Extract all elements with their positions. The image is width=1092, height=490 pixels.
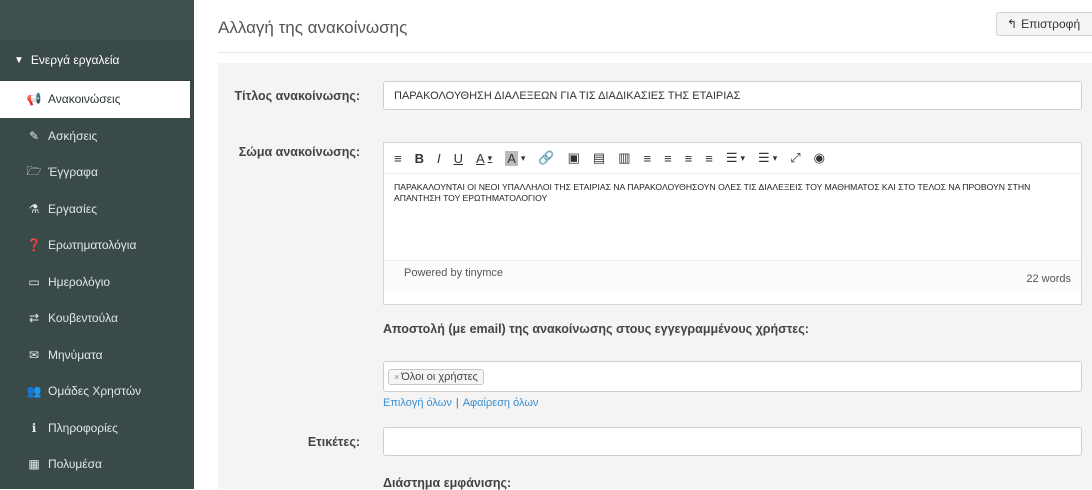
sidebar-item-user-groups[interactable]: 👥 Ομάδες Χρηστών — [0, 373, 194, 410]
tags-input[interactable] — [383, 427, 1082, 456]
exchange-icon: ⇄ — [28, 311, 40, 326]
body-label: Σώμα ανακοίνωσης: — [238, 145, 360, 159]
underline-icon[interactable]: U — [454, 151, 463, 166]
pencil-square-icon: ✎ — [28, 128, 40, 143]
back-button[interactable]: ↰ Επιστροφή — [996, 12, 1092, 36]
bullhorn-icon: 📢 — [26, 92, 42, 107]
sidebar: ▼ Ενεργά εργαλεία 📢 Ανακοινώσεις ✎ Ασκήσ… — [0, 0, 194, 489]
sidebar-top — [0, 0, 194, 40]
media-icon[interactable]: ▤ — [593, 150, 605, 166]
sidebar-item-info[interactable]: ℹ Πληροφορίες — [0, 410, 194, 447]
remove-tag-icon[interactable]: × — [394, 372, 399, 382]
display-period-label: Διάστημα εμφάνισης: — [383, 476, 512, 490]
align-left-icon[interactable]: ≡ — [643, 151, 651, 166]
background-color-icon[interactable]: A — [505, 150, 525, 166]
recipient-tag[interactable]: × Όλοι οι χρήστες — [388, 368, 484, 385]
sidebar-item-label: Μηνύματα — [48, 347, 103, 362]
powered-by-text: Powered by tinymce — [404, 267, 504, 279]
divider — [218, 52, 1092, 53]
question-circle-icon: ❓ — [26, 238, 42, 253]
calendar-icon: ▭ — [28, 274, 40, 289]
sidebar-item-label: Πολυμέσα — [48, 457, 102, 472]
page-title: Αλλαγή της ανακοίνωσης — [218, 18, 408, 37]
select-all-link[interactable]: Επιλογή όλων — [383, 397, 452, 409]
reply-icon: ↰ — [1007, 17, 1018, 31]
sidebar-item-label: Ανακοινώσεις — [48, 92, 121, 107]
sidebar-item-label: Εργασίες — [48, 201, 97, 216]
rich-text-editor: ≡ B I U A A 🔗 ▣ ▤ ▥ ≡ ≡ ≡ ≡ ☰ ☰ ⤢ ◉ ΠΑΡΑ… — [383, 142, 1082, 305]
sidebar-item-calendar[interactable]: ▭ Ημερολόγιο — [0, 264, 194, 301]
word-count: 22 words — [1026, 273, 1071, 285]
flask-icon: ⚗ — [28, 201, 40, 216]
users-icon: 👥 — [26, 384, 42, 399]
info-circle-icon: ℹ — [31, 420, 37, 435]
sidebar-item-announcements[interactable]: 📢 Ανακοινώσεις — [0, 81, 190, 118]
sidebar-item-label: Πληροφορίες — [48, 420, 118, 435]
text-color-icon[interactable]: A — [476, 151, 492, 166]
email-recipients-label: Αποστολή (με email) της ανακοίνωσης στου… — [383, 322, 809, 336]
selection-links: Επιλογή όλων | Αφαίρεση όλων — [383, 397, 538, 409]
sidebar-item-label: Κουβεντούλα — [48, 311, 118, 326]
title-input[interactable]: ΠΑΡΑΚΟΛΟΥΘΗΣΗ ΔΙΑΛΕΞΕΩΝ ΓΙΑ ΤΙΣ ΔΙΑΔΙΚΑΣ… — [383, 81, 1082, 110]
tags-label: Ετικέτες: — [307, 435, 360, 449]
sidebar-item-assignments[interactable]: ⚗ Εργασίες — [0, 191, 194, 228]
bold-icon[interactable]: B — [415, 151, 424, 166]
table-icon[interactable]: ▥ — [618, 150, 630, 166]
editor-content[interactable]: ΠΑΡΑΚΑΛΟΥΝΤΑΙ ΟΙ ΝΕΟΙ ΥΠΑΛΛΗΛΟΙ ΤΗΣ ΕΤΑΙ… — [384, 174, 1081, 260]
numbered-list-icon[interactable]: ☰ — [758, 150, 777, 166]
sidebar-item-exercises[interactable]: ✎ Ασκήσεις — [0, 118, 194, 155]
editor-toolbar: ≡ B I U A A 🔗 ▣ ▤ ▥ ≡ ≡ ≡ ≡ ☰ ☰ ⤢ ◉ — [384, 143, 1081, 174]
align-center-icon[interactable]: ≡ — [664, 151, 672, 166]
link-separator: | — [455, 397, 459, 409]
italic-icon[interactable]: I — [437, 151, 441, 166]
remove-all-link[interactable]: Αφαίρεση όλων — [463, 397, 539, 409]
sidebar-section-active-tools[interactable]: ▼ Ενεργά εργαλεία — [0, 40, 194, 81]
title-label: Τίτλος ανακοίνωσης: — [234, 89, 360, 103]
sidebar-item-messages[interactable]: ✉ Μηνύματα — [0, 337, 194, 374]
sidebar-item-label: Ημερολόγιο — [48, 274, 111, 289]
sidebar-item-multimedia[interactable]: ▦ Πολυμέσα — [0, 446, 194, 483]
sidebar-item-label: Ασκήσεις — [48, 128, 98, 143]
sidebar-section-label: Ενεργά εργαλεία — [30, 53, 120, 67]
paragraph-format-icon[interactable]: ≡ — [394, 151, 402, 166]
link-icon[interactable]: 🔗 — [538, 150, 554, 166]
envelope-icon: ✉ — [28, 347, 40, 362]
recipients-select[interactable]: × Όλοι οι χρήστες — [383, 361, 1082, 392]
align-right-icon[interactable]: ≡ — [685, 151, 693, 166]
sidebar-item-label: Έγγραφα — [48, 165, 98, 180]
sidebar-item-chat[interactable]: ⇄ Κουβεντούλα — [0, 300, 194, 337]
align-justify-icon[interactable]: ≡ — [705, 151, 713, 166]
sidebar-item-label: Ερωτηματολόγια — [48, 238, 137, 253]
film-icon: ▦ — [28, 457, 40, 472]
fullscreen-icon[interactable]: ⤢ — [790, 150, 800, 166]
image-icon[interactable]: ▣ — [568, 150, 580, 166]
sidebar-item-documents[interactable]: 🗁 Έγγραφα — [0, 154, 194, 191]
bullet-list-icon[interactable]: ☰ — [726, 150, 745, 166]
folder-open-icon: 🗁 — [26, 163, 42, 178]
sidebar-item-questionnaires[interactable]: ❓ Ερωτηματολόγια — [0, 227, 194, 264]
recipient-tag-label: Όλοι οι χρήστες — [401, 370, 478, 383]
editor-statusbar: Powered by tinymce 22 words — [384, 260, 1081, 294]
chevron-down-icon: ▼ — [14, 54, 24, 66]
preview-icon[interactable]: ◉ — [814, 150, 825, 166]
back-button-label: Επιστροφή — [1021, 17, 1081, 31]
sidebar-item-label: Ομάδες Χρηστών — [48, 384, 142, 399]
